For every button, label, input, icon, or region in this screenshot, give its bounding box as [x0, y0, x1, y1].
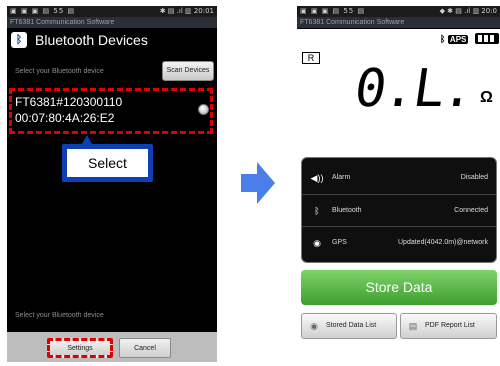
gps-icon: ◉ [313, 238, 321, 248]
device-radio-button[interactable] [198, 104, 209, 115]
meter-panel: ᛒ APS R 0.L. Ω ◀)) Alarm Disabled ᛒ Blue… [297, 29, 500, 366]
bluetooth-row[interactable]: ᛒ Bluetooth Connected [302, 194, 496, 226]
bluetooth-small-icon: ᛒ [440, 34, 446, 44]
status-left: ▣ ▣ ▣ ▤ 55 ▤ [10, 7, 76, 15]
status-right: ✱ ▤ .ıl ▥ 20:01 [159, 7, 214, 15]
device-address: 00:07:80:4A:26:E2 [15, 111, 115, 125]
row-value: Connected [454, 207, 488, 214]
status-left: ▣ ▣ ▣ ▤ 55 ▤ [300, 7, 366, 15]
select-callout: Select [62, 135, 153, 182]
status-bar: ▣ ▣ ▣ ▤ 55 ▤ ✱ ▤ .ıl ▥ 20:01 [7, 6, 217, 17]
row-value: Updated(4042.0m)@network [398, 239, 488, 246]
range-indicator: R [302, 52, 320, 64]
next-step-arrow-icon [241, 162, 275, 204]
row-label: GPS [332, 239, 347, 246]
meter-screen: ▣ ▣ ▣ ▤ 55 ▤ ◆ ✱ ▤ .ıl ▥ 20:0 FT6381 Com… [297, 6, 500, 366]
battery-icon [475, 33, 499, 44]
settings-button[interactable]: Settings [47, 338, 113, 358]
screen-title: Bluetooth Devices [35, 32, 148, 48]
status-right: ◆ ✱ ▤ .ıl ▥ 20:0 [439, 7, 497, 15]
document-icon: ▤ [408, 321, 418, 331]
bottom-bar: Settings Cancel [7, 332, 217, 362]
row-label: Alarm [332, 174, 351, 181]
gps-row[interactable]: ◉ GPS Updated(4042.0m)@network [302, 226, 496, 258]
meter-reading: 0.L. [350, 59, 477, 119]
row-label: Bluetooth [332, 207, 362, 214]
select-hint: Select your Bluetooth device [15, 68, 104, 75]
device-name: FT6381#120300110 [15, 95, 123, 109]
bluetooth-icon: ᛒ [314, 206, 320, 216]
status-bar: ▣ ▣ ▣ ▤ 55 ▤ ◆ ✱ ▤ .ıl ▥ 20:0 [297, 6, 500, 17]
scan-devices-button[interactable]: Scan Devices [162, 61, 214, 81]
stored-data-list-button[interactable]: ◉ Stored Data List [301, 313, 397, 339]
unit-label: Ω [480, 89, 493, 106]
status-panel: ◀)) Alarm Disabled ᛒ Bluetooth Connected… [301, 157, 497, 263]
speaker-icon: ◀)) [310, 173, 324, 183]
row-value: Disabled [460, 174, 488, 181]
button-label: Stored Data List [326, 322, 377, 329]
store-data-button[interactable]: Store Data [301, 270, 497, 305]
eye-icon: ◉ [310, 321, 318, 331]
device-list-item[interactable]: FT6381#120300110 00:07:80:4A:26:E2 [9, 88, 213, 134]
alarm-row[interactable]: ◀)) Alarm Disabled [302, 162, 496, 194]
app-title: FT6381 Communication Software [7, 17, 217, 28]
callout-pointer [82, 135, 92, 144]
callout-label: Select [67, 149, 148, 177]
aps-indicator: ᛒ APS [440, 34, 469, 44]
pdf-report-list-button[interactable]: ▤ PDF Report List [400, 313, 497, 339]
aps-badge: APS [447, 35, 469, 44]
select-hint-bottom: Select your Bluetooth device [15, 312, 104, 319]
app-title: FT6381 Communication Software [297, 17, 500, 28]
bluetooth-devices-screen: ▣ ▣ ▣ ▤ 55 ▤ ✱ ▤ .ıl ▥ 20:01 FT6381 Comm… [7, 6, 217, 362]
bluetooth-icon: ᛒ [11, 32, 27, 48]
cancel-button[interactable]: Cancel [119, 338, 171, 358]
button-label: PDF Report List [425, 322, 475, 329]
screen-title-bar: ᛒ Bluetooth Devices [7, 30, 217, 50]
